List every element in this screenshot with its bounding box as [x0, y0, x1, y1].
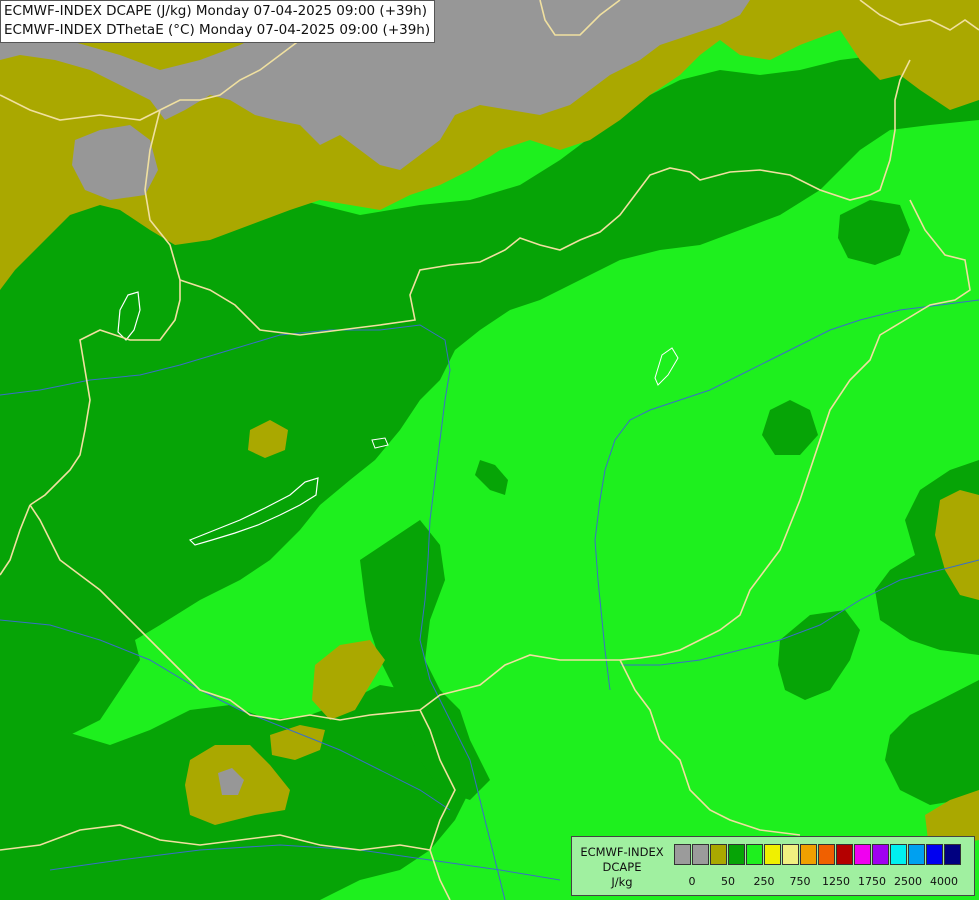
- dcape-field-map: [0, 0, 979, 900]
- legend-swatch: [908, 844, 925, 865]
- legend-swatch: [728, 844, 745, 865]
- legend-swatch: [764, 844, 781, 865]
- map-title-box: ECMWF-INDEX DCAPE (J/kg) Monday 07-04-20…: [0, 0, 436, 43]
- legend-tick-label: 4000: [930, 875, 958, 888]
- legend-tick-label: 250: [753, 875, 775, 888]
- legend-model-name: ECMWF-INDEX: [580, 845, 664, 859]
- legend-swatch: [944, 844, 961, 865]
- map-title-line-1: ECMWF-INDEX DCAPE (J/kg) Monday 07-04-20…: [4, 3, 428, 19]
- legend-swatch: [836, 844, 853, 865]
- legend-tick-label: 2500: [894, 875, 922, 888]
- legend-swatch: [746, 844, 763, 865]
- legend-swatch: [692, 844, 709, 865]
- legend-swatch: [818, 844, 835, 865]
- legend-swatch: [800, 844, 817, 865]
- legend-color-scale: [674, 844, 962, 865]
- legend-swatch: [674, 844, 691, 865]
- legend-swatch: [890, 844, 907, 865]
- legend-swatch: [926, 844, 943, 865]
- legend-tick-label: 50: [721, 875, 735, 888]
- legend-label: ECMWF-INDEX DCAPE J/kg: [572, 845, 672, 890]
- legend-swatch: [854, 844, 871, 865]
- legend-unit: J/kg: [611, 875, 633, 889]
- map-title-line-2: ECMWF-INDEX DThetaE (°C) Monday 07-04-20…: [4, 22, 431, 38]
- legend-swatch: [872, 844, 889, 865]
- legend-swatch: [710, 844, 727, 865]
- legend-tick-labels: 0 50 250 750 1250 1750 2500 4000: [674, 875, 974, 889]
- color-legend: ECMWF-INDEX DCAPE J/kg 0 50 250 750 1250 1750…: [571, 836, 975, 896]
- legend-parameter-name: DCAPE: [602, 860, 642, 874]
- legend-tick-label: 750: [789, 875, 811, 888]
- legend-swatch: [782, 844, 799, 865]
- legend-tick-label: 1250: [822, 875, 850, 888]
- weather-map: ECMWF-INDEX DCAPE (J/kg) Monday 07-04-20…: [0, 0, 979, 900]
- legend-tick-label: 1750: [858, 875, 886, 888]
- legend-tick-label: 0: [688, 875, 696, 888]
